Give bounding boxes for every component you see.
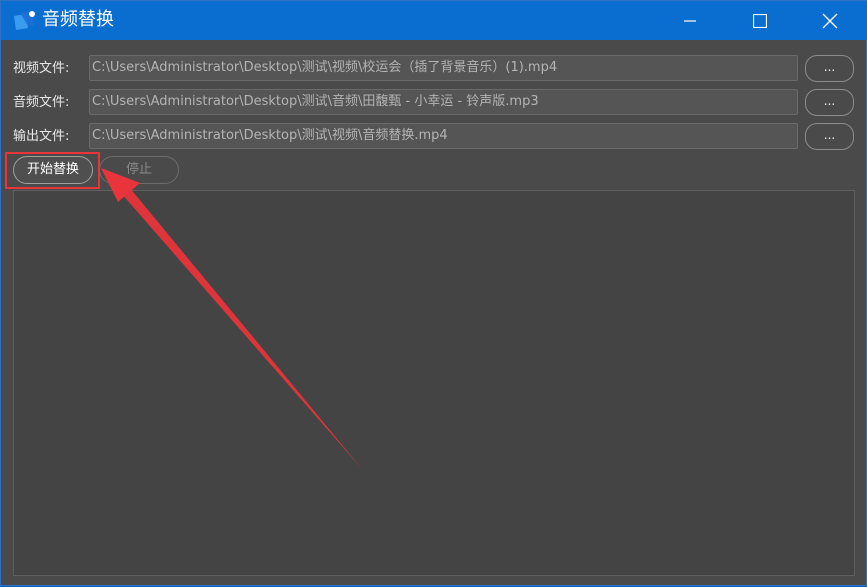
window-title: 音频替换 — [42, 9, 114, 30]
maximize-button[interactable] — [737, 1, 783, 40]
audio-browse-button[interactable]: ... — [805, 89, 854, 116]
minimize-button[interactable] — [667, 1, 713, 40]
audio-file-field[interactable]: C:\Users\Administrator\Desktop\测试\音频\田馥甄… — [89, 89, 798, 115]
log-output-area[interactable] — [13, 190, 855, 576]
video-browse-button[interactable]: ... — [805, 55, 854, 82]
output-file-field[interactable]: C:\Users\Administrator\Desktop\测试\视频\音频替… — [89, 123, 798, 149]
close-icon — [822, 13, 838, 28]
minimize-icon — [684, 19, 696, 22]
close-button[interactable] — [807, 1, 853, 40]
stop-button[interactable]: 停止 — [99, 156, 179, 184]
video-file-label: 视频文件: — [13, 61, 70, 76]
app-logo-icon — [12, 10, 36, 32]
annotation-highlight-box — [5, 152, 100, 189]
title-bar[interactable]: 音频替换 — [1, 1, 867, 40]
output-browse-button[interactable]: ... — [805, 123, 854, 150]
audio-file-label: 音频文件: — [13, 95, 70, 110]
maximize-icon — [753, 13, 767, 28]
video-file-field[interactable]: C:\Users\Administrator\Desktop\测试\视频\校运会… — [89, 55, 798, 81]
output-file-label: 输出文件: — [13, 129, 70, 144]
app-window: 音频替换 视频文件: C:\Users\Administrator\Deskto… — [0, 0, 867, 586]
